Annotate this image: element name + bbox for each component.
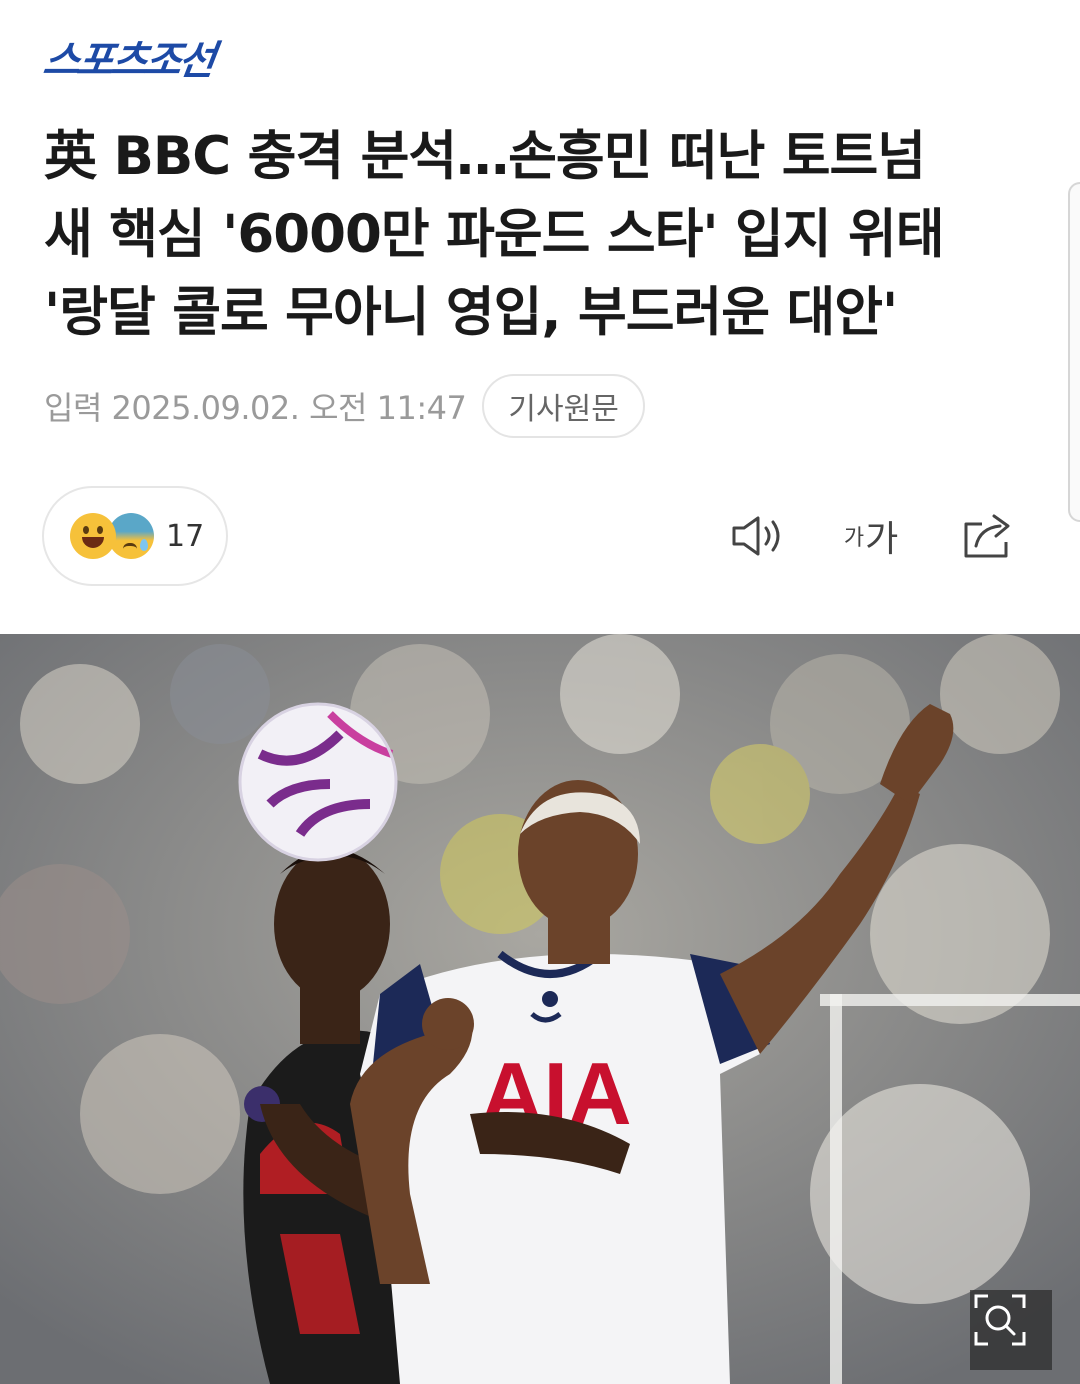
side-scroll-handle[interactable]: [1068, 182, 1080, 522]
speaker-icon: [732, 516, 780, 556]
reaction-button[interactable]: 17: [42, 486, 228, 586]
zoom-search-icon: [974, 1294, 1026, 1346]
share-icon: [964, 514, 1010, 558]
speaker-button[interactable]: [728, 508, 788, 564]
article-title-line: '랑달 콜로 무아니 영입, 부드러운 대안': [44, 282, 898, 343]
reaction-count: 17: [166, 518, 205, 554]
original-article-button[interactable]: 기사원문: [482, 374, 645, 438]
share-button[interactable]: [958, 508, 1018, 564]
font-size-large-label: 가: [865, 519, 899, 560]
article-page: 스포츠조선 英 BBC 충격 분석…손흥민 떠난 토트넘 새 핵심 '6000만…: [0, 0, 1080, 1384]
article-meta: 입력 2025.09.02. 오전 11:47 기사원문: [44, 374, 645, 438]
image-zoom-button[interactable]: [970, 1290, 1052, 1370]
article-title-line: 英 BBC 충격 분석…손흥민 떠난 토트넘: [44, 126, 926, 187]
grinning-face-icon: [70, 513, 116, 559]
font-size-button[interactable]: 가 가: [836, 508, 906, 564]
article-photo[interactable]: AIA: [0, 634, 1080, 1384]
article-title: 英 BBC 충격 분석…손흥민 떠난 토트넘 새 핵심 '6000만 파운드 스…: [44, 118, 1034, 352]
font-size-small-label: 가: [843, 526, 865, 551]
site-logo[interactable]: 스포츠조선: [40, 28, 217, 86]
football-match-illustration: AIA: [0, 634, 1080, 1384]
article-title-line: 새 핵심 '6000만 파운드 스타' 입지 위태: [44, 204, 945, 265]
publish-date: 입력 2025.09.02. 오전 11:47: [44, 389, 467, 427]
